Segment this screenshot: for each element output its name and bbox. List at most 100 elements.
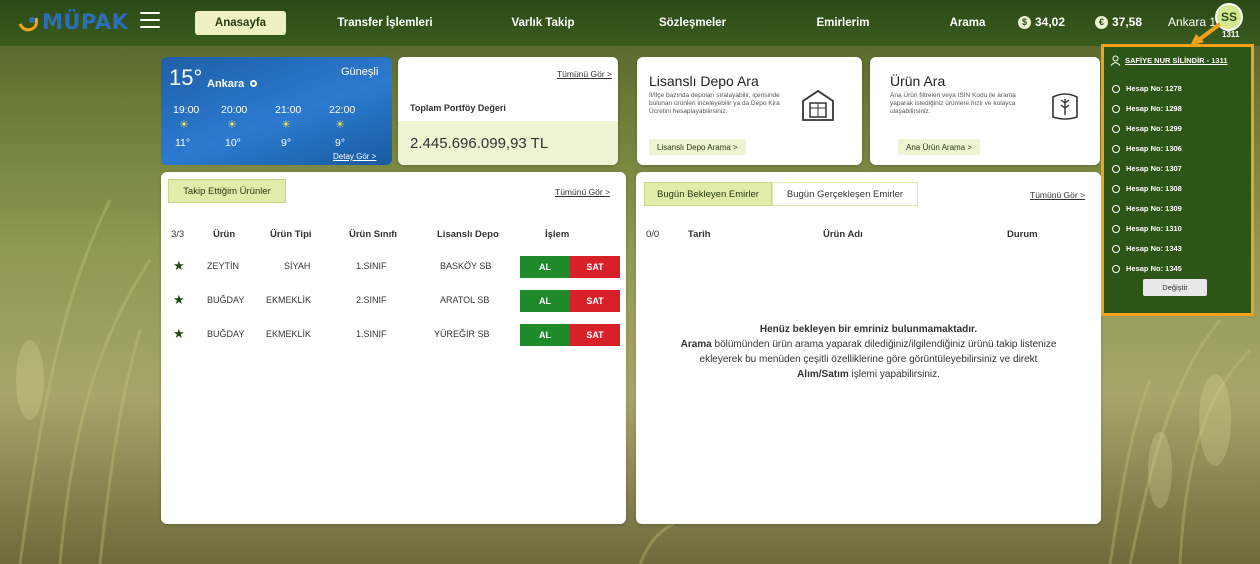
orders-table-header: 0/0 Tarih Ürün Adı Durum: [636, 222, 1101, 246]
nav-home[interactable]: Anasayfa: [195, 11, 286, 35]
buy-button[interactable]: AL: [520, 256, 570, 278]
row-type: EKMEKLİK: [266, 295, 312, 305]
row-depot: ARATOL SB: [440, 295, 490, 305]
tracked-table-header: 3/3 Ürün Ürün Tipi Ürün Sınıfı Lisanslı …: [161, 222, 626, 246]
depot-search-description: İl/İlçe bazında depoları sıralayabilir, …: [649, 92, 780, 115]
menu-icon[interactable]: [140, 12, 160, 28]
column-header: Lisanslı Depo: [437, 229, 499, 240]
arrow-indicator-icon: [1190, 22, 1222, 46]
account-option[interactable]: Hesap No: 1307: [1112, 164, 1182, 173]
account-option[interactable]: Hesap No: 1308: [1112, 184, 1182, 193]
portfolio-value: 2.445.696.099,93 TL: [398, 121, 618, 165]
portfolio-card: Tümünü Gör > Toplam Portföy Değeri 2.445…: [398, 57, 618, 165]
buy-button[interactable]: AL: [520, 290, 570, 312]
sun-icon: ☀: [281, 119, 291, 131]
tracked-products-panel: Takip Ettiğim Ürünler Tümünü Gör > 3/3 Ü…: [161, 172, 626, 524]
product-search-button[interactable]: Ana Ürün Arama >: [898, 139, 981, 155]
euro-icon: €: [1095, 15, 1108, 29]
portfolio-see-all-link[interactable]: Tümünü Gör >: [557, 69, 612, 79]
star-icon[interactable]: ★: [173, 326, 185, 342]
orders-count: 0/0: [646, 229, 660, 240]
row-product: BUĞDAY: [207, 329, 245, 339]
account-option[interactable]: Hesap No: 1310: [1112, 224, 1182, 233]
depot-search-button[interactable]: Lisanslı Depo Arama >: [649, 139, 746, 155]
logo-drop-icon: [18, 17, 38, 32]
table-row: ★ ZEYTİN SİYAH 1.SINIF BASKÖY SB AL SAT: [161, 256, 626, 278]
depot-search-title: Lisanslı Depo Ara: [649, 73, 759, 89]
account-option[interactable]: Hesap No: 1278: [1112, 84, 1182, 93]
account-user[interactable]: SAFİYE NUR SİLİNDİR - 1311: [1110, 55, 1228, 66]
empty-orders-message: Henüz bekleyen bir emriniz bulunmamaktad…: [636, 322, 1101, 382]
wheat-sack-icon: [1052, 93, 1078, 120]
nav-asset-tracking[interactable]: Varlık Takip: [498, 11, 588, 35]
sun-icon: ☀: [335, 119, 345, 131]
empty-line-3: işlemi yapabilirsiniz.: [848, 369, 940, 380]
tab-completed-orders[interactable]: Bugün Gerçekleşen Emirler: [772, 182, 918, 206]
row-type: EKMEKLİK: [266, 329, 312, 339]
radio-icon: [1112, 224, 1120, 233]
avatar-account-number: 1311: [1222, 30, 1240, 39]
product-search-card: Ürün Ara Ana Ürün filtreleri veya ISIN K…: [870, 57, 1100, 165]
account-option[interactable]: Hesap No: 1343: [1112, 244, 1182, 253]
sell-button[interactable]: SAT: [570, 324, 620, 346]
column-header: Ürün: [213, 229, 236, 240]
radio-icon: [1112, 204, 1120, 213]
column-header: İşlem: [545, 229, 570, 240]
nav-orders[interactable]: Emirlerim: [808, 11, 878, 35]
account-option[interactable]: Hesap No: 1309: [1112, 204, 1182, 213]
user-icon: [1110, 55, 1121, 66]
radio-icon: [1112, 84, 1120, 93]
row-product: BUĞDAY: [207, 295, 245, 305]
weather-card: 15° Ankara Güneşli 19:00 20:00 21:00 22:…: [161, 57, 392, 165]
orders-see-all-link[interactable]: Tümünü Gör >: [1030, 190, 1085, 200]
depot-search-card: Lisanslı Depo Ara İl/İlçe bazında depola…: [637, 57, 862, 165]
buy-button[interactable]: AL: [520, 324, 570, 346]
column-header: Ürün Tipi: [270, 229, 312, 240]
star-icon[interactable]: ★: [173, 292, 185, 308]
column-header: Ürün Sınıfı: [349, 229, 398, 240]
orders-panel: Bugün Bekleyen Emirler Bugün Gerçekleşen…: [636, 172, 1101, 524]
nav-contracts[interactable]: Sözleşmeler: [650, 11, 735, 35]
tab-tracked-products[interactable]: Takip Ettiğim Ürünler: [168, 179, 286, 203]
change-account-button[interactable]: Değiştir: [1143, 279, 1207, 296]
row-depot: BASKÖY SB: [440, 261, 492, 271]
table-row: ★ BUĞDAY EKMEKLİK 2.SINIF ARATOL SB AL S…: [161, 290, 626, 312]
column-header: Ürün Adı: [823, 229, 863, 240]
top-navigation-bar: MÜPAK Anasayfa Transfer İşlemleri Varlık…: [0, 0, 1260, 46]
nav-search[interactable]: Arama: [940, 11, 995, 35]
row-class: 2.SINIF: [356, 295, 387, 305]
brand-logo[interactable]: MÜPAK: [18, 10, 128, 34]
table-row: ★ BUĞDAY EKMEKLİK 1.SINIF YÜREĞİR SB AL …: [161, 324, 626, 346]
weather-hour-temp: 10°: [225, 137, 241, 149]
tab-pending-orders[interactable]: Bugün Bekleyen Emirler: [644, 182, 772, 206]
radio-icon: [1112, 184, 1120, 193]
warehouse-icon: [802, 89, 834, 121]
location-pin-icon: [250, 80, 258, 87]
row-type: SİYAH: [284, 261, 311, 271]
weather-hour-temp: 9°: [335, 137, 346, 149]
logo-text: MÜPAK: [42, 10, 129, 34]
weather-hour-temp: 11°: [175, 137, 191, 149]
radio-icon: [1112, 104, 1120, 113]
sell-button[interactable]: SAT: [570, 290, 620, 312]
tracked-count: 3/3: [171, 229, 185, 240]
column-header: Tarih: [688, 229, 711, 240]
weather-hour: 20:00: [221, 104, 248, 116]
radio-icon: [1112, 144, 1120, 153]
account-option[interactable]: Hesap No: 1298: [1112, 104, 1182, 113]
nav-transfer[interactable]: Transfer İşlemleri: [330, 11, 440, 35]
row-product: ZEYTİN: [207, 261, 240, 271]
empty-line-2: ekleyerek bu menüden çeşitli özellikleri…: [699, 354, 1038, 365]
tracked-see-all-link[interactable]: Tümünü Gör >: [555, 187, 610, 197]
weather-detail-link[interactable]: Detay Gör >: [333, 152, 376, 161]
account-option[interactable]: Hesap No: 1306: [1112, 144, 1182, 153]
row-class: 1.SINIF: [356, 261, 387, 271]
star-icon[interactable]: ★: [173, 258, 185, 274]
account-option[interactable]: Hesap No: 1345: [1112, 264, 1182, 273]
account-user-name: SAFİYE NUR SİLİNDİR - 1311: [1125, 56, 1228, 65]
row-depot: YÜREĞİR SB: [434, 329, 490, 339]
eur-value: 37,58: [1112, 15, 1143, 29]
sell-button[interactable]: SAT: [570, 256, 620, 278]
account-option[interactable]: Hesap No: 1299: [1112, 124, 1182, 133]
empty-trade-word: Alım/Satım: [797, 369, 849, 380]
